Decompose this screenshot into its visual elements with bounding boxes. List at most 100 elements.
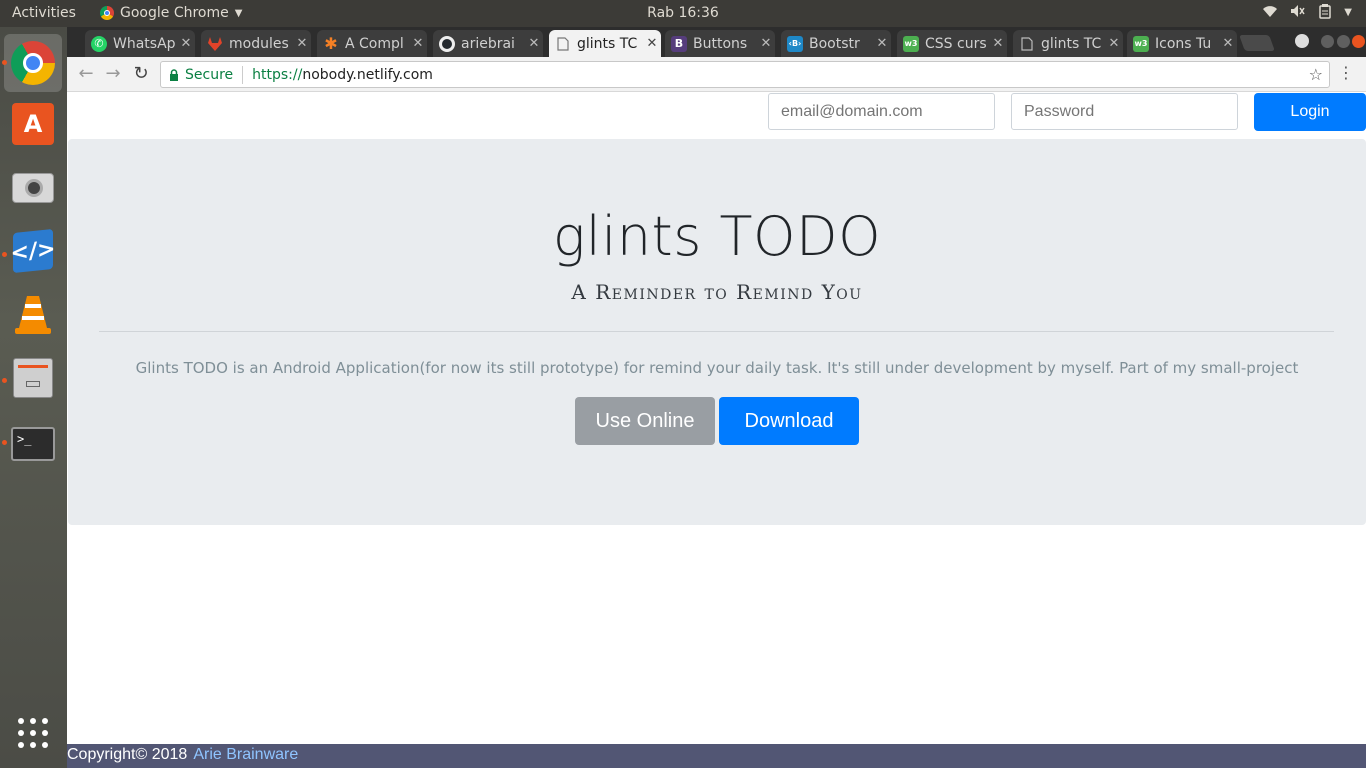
tab-title: Bootstr	[809, 35, 860, 52]
maximize-icon[interactable]	[1337, 35, 1350, 48]
forward-arrow-icon[interactable]: →	[102, 63, 124, 85]
lock-icon	[170, 68, 178, 81]
tab-glints-todo[interactable]: glints TC ✕	[1013, 30, 1123, 57]
back-arrow-icon[interactable]: ←	[75, 63, 97, 85]
close-icon[interactable]: ✕	[409, 36, 427, 51]
close-icon[interactable]: ✕	[525, 36, 543, 51]
gitlab-icon	[207, 36, 223, 52]
lead-text: Glints TODO is an Android Application(fo…	[135, 359, 1299, 377]
profile-icon[interactable]	[1295, 34, 1309, 48]
vlc-icon	[15, 296, 51, 334]
download-button[interactable]: Download	[719, 397, 859, 445]
github-icon	[439, 35, 455, 52]
terminal-icon: >_	[11, 427, 55, 461]
system-tray[interactable]: ▼	[1262, 4, 1352, 23]
launcher-dock: A </> >_	[0, 27, 67, 768]
tab-strip: ✆ WhatsAp ✕ modules ✕ ✱ A Compl ✕ ariebr…	[67, 27, 1366, 57]
tab-bootstrap[interactable]: ‹B› Bootstr ✕	[781, 30, 891, 57]
tab-css-cursor[interactable]: w3 CSS curs ✕	[897, 30, 1007, 57]
password-input[interactable]	[1011, 93, 1238, 130]
footer: Copyright© 2018 Arie Brainware	[67, 744, 1366, 768]
close-icon[interactable]: ✕	[177, 36, 195, 51]
software-center-launcher[interactable]: A	[9, 100, 57, 148]
copyright-text: Copyright© 2018	[67, 746, 188, 763]
chrome-launcher[interactable]	[4, 34, 62, 92]
chevron-down-icon: ▼	[1344, 7, 1352, 18]
jumbotron: glints TODO A Reminder to Remind You Gli…	[68, 139, 1366, 525]
divider	[242, 65, 244, 84]
vlc-launcher[interactable]	[9, 290, 57, 338]
page-icon	[1019, 36, 1035, 52]
system-top-bar: Activities Google Chrome ▼ Rab 16:36 ▼	[0, 0, 1366, 27]
url-host: nobody.netlify.com	[302, 66, 433, 83]
email-input[interactable]	[768, 93, 995, 130]
reload-icon[interactable]: ↻	[130, 63, 152, 85]
tab-title: Icons Tu	[1155, 35, 1212, 52]
close-icon[interactable]: ✕	[1105, 36, 1123, 51]
wifi-icon	[1262, 4, 1278, 23]
address-bar[interactable]: Secure https:// nobody.netlify.com ☆	[160, 61, 1330, 88]
tab-title: glints TC	[577, 35, 638, 52]
tab-title: A Compl	[345, 35, 404, 52]
web-page: Login glints TODO A Reminder to Remind Y…	[67, 92, 1366, 768]
bookmark-star-icon[interactable]: ☆	[1309, 65, 1323, 84]
file-manager-launcher[interactable]	[9, 354, 57, 402]
tab-title: Buttons	[693, 35, 748, 52]
w3-icon: w3	[1133, 35, 1149, 52]
close-icon[interactable]: ✕	[293, 36, 311, 51]
page-title: glints TODO	[552, 205, 882, 268]
login-button[interactable]: Login	[1254, 93, 1366, 131]
minimize-icon[interactable]	[1321, 35, 1334, 48]
tab-icons-tutorial[interactable]: w3 Icons Tu ✕	[1127, 30, 1237, 57]
camera-icon	[12, 173, 54, 203]
browser-toolbar: ← → ↻ Secure https:// nobody.netlify.com…	[67, 57, 1366, 92]
tab-title: CSS curs	[925, 35, 987, 52]
chevron-down-icon: ▼	[234, 7, 243, 19]
url-protocol: https://	[252, 66, 303, 83]
tab-modules[interactable]: modules ✕	[201, 30, 311, 57]
bootstrap-icon: B	[671, 35, 687, 52]
secure-indicator[interactable]: Secure	[169, 67, 233, 83]
tab-whatsapp[interactable]: ✆ WhatsAp ✕	[85, 30, 195, 57]
tab-title: glints TC	[1041, 35, 1102, 52]
close-icon[interactable]: ✕	[643, 36, 661, 51]
chrome-icon	[100, 6, 114, 20]
terminal-launcher[interactable]: >_	[9, 420, 57, 468]
vscode-icon: </>	[11, 228, 55, 274]
tab-title: modules	[229, 35, 289, 52]
tab-title: ariebrai	[461, 35, 515, 52]
tab-glints-todo-active[interactable]: glints TC ✕	[549, 30, 661, 57]
app-name: Google Chrome	[120, 5, 229, 21]
show-apps-button[interactable]	[9, 709, 57, 757]
battery-clipboard-icon	[1318, 4, 1332, 23]
bootstrap-code-icon: ‹B›	[787, 35, 803, 52]
clock[interactable]: Rab 16:36	[647, 5, 719, 21]
page-subtitle: A Reminder to Remind You	[571, 280, 863, 304]
tab-a-complete[interactable]: ✱ A Compl ✕	[317, 30, 427, 57]
close-window-icon[interactable]	[1352, 35, 1365, 48]
tab-buttons[interactable]: B Buttons ✕	[665, 30, 775, 57]
use-online-button[interactable]: Use Online	[575, 397, 715, 445]
close-icon[interactable]: ✕	[757, 36, 775, 51]
activities-button[interactable]: Activities	[12, 5, 76, 21]
close-icon[interactable]: ✕	[1219, 36, 1237, 51]
file-manager-icon	[13, 358, 53, 398]
tab-title: WhatsAp	[113, 35, 176, 52]
camera-launcher[interactable]	[9, 164, 57, 212]
chrome-icon	[11, 41, 55, 85]
chrome-menu-icon[interactable]: ⋮	[1338, 63, 1354, 82]
page-icon	[555, 36, 571, 52]
secure-label: Secure	[185, 66, 234, 83]
close-icon[interactable]: ✕	[873, 36, 891, 51]
app-menu[interactable]: Google Chrome ▼	[100, 5, 242, 21]
volume-icon	[1290, 4, 1306, 23]
new-tab-button[interactable]	[1239, 35, 1275, 51]
vscode-launcher[interactable]: </>	[9, 227, 57, 275]
asterisk-icon: ✱	[324, 34, 338, 53]
tab-ariebrainware[interactable]: ariebrai ✕	[433, 30, 543, 57]
horizontal-rule	[99, 331, 1334, 332]
author-link[interactable]: Arie Brainware	[193, 746, 298, 763]
software-center-icon: A	[12, 103, 54, 145]
w3-icon: w3	[903, 35, 919, 52]
close-icon[interactable]: ✕	[989, 36, 1007, 51]
